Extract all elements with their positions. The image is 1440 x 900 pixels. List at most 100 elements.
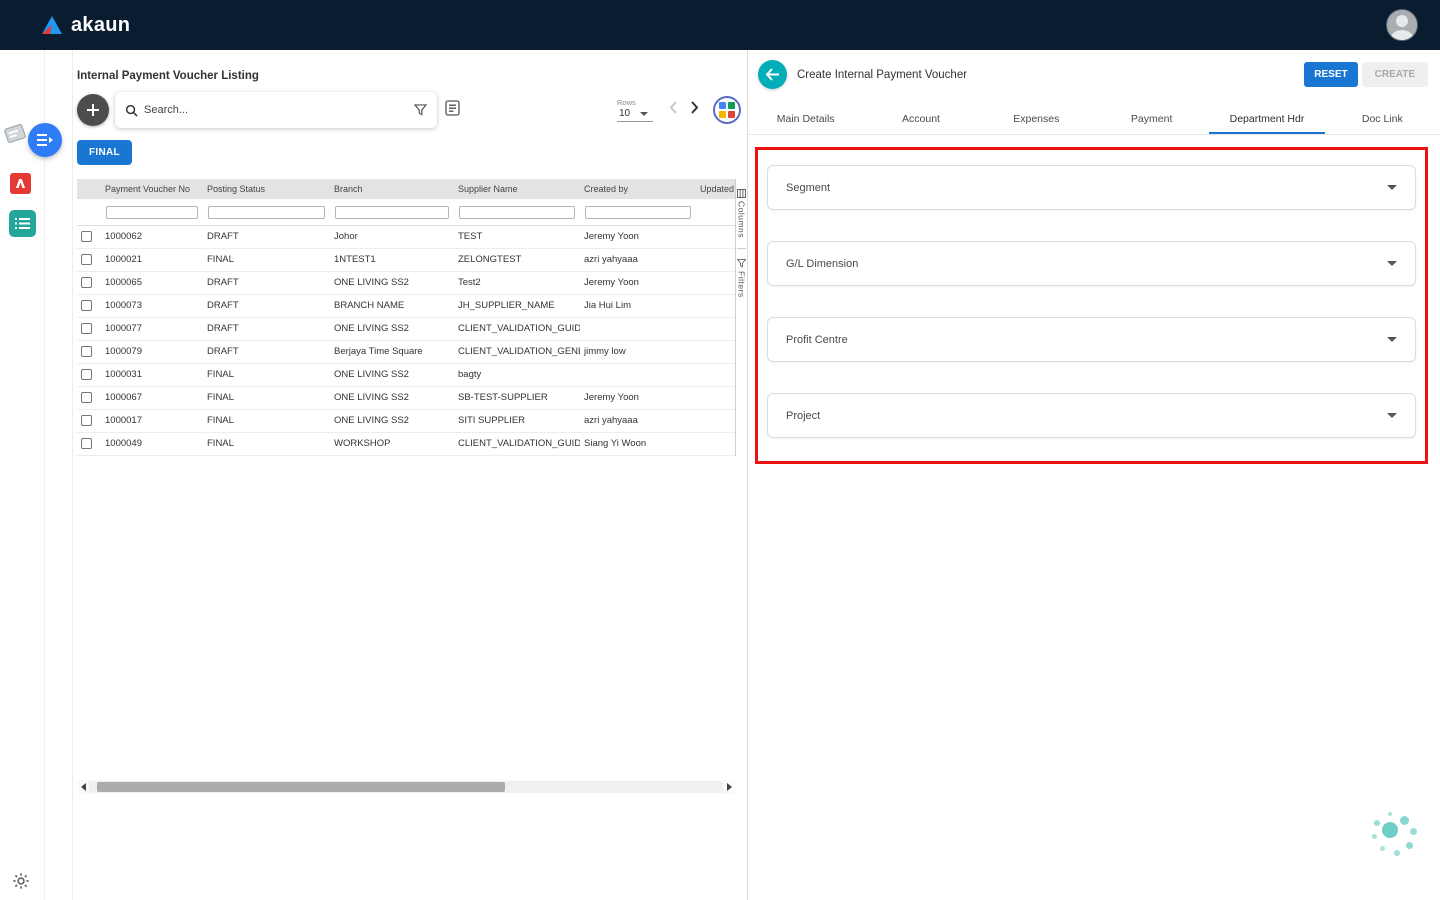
reset-button[interactable]: RESET: [1304, 62, 1357, 87]
row-checkbox[interactable]: [81, 346, 92, 357]
filters-icon: [737, 259, 746, 268]
voucher-table: Payment Voucher NoPosting StatusBranchSu…: [77, 179, 735, 456]
menu-toggle-button[interactable]: [28, 123, 62, 157]
add-button[interactable]: [77, 94, 109, 126]
table-row[interactable]: 1000049 FINAL WORKSHOP CLIENT_VALIDATION…: [77, 432, 735, 455]
cell-created-by: azri yahyaaa: [580, 248, 696, 271]
cell-updated: [696, 340, 735, 363]
column-header-created-by[interactable]: Created by: [580, 179, 696, 199]
filter-funnel-icon[interactable]: [414, 104, 427, 116]
column-filter-input-supplier-name[interactable]: [459, 206, 575, 219]
tab-department-hdr[interactable]: Department Hdr: [1209, 105, 1324, 134]
columns-side-tab-label: Columns: [737, 201, 747, 238]
previous-page-button[interactable]: [669, 100, 678, 120]
row-checkbox[interactable]: [81, 392, 92, 403]
create-button[interactable]: CREATE: [1362, 62, 1428, 87]
row-checkbox[interactable]: [81, 323, 92, 334]
cell-supplier-name: SITI SUPPLIER: [454, 409, 580, 432]
column-header-posting-status[interactable]: Posting Status: [203, 179, 330, 199]
table-row[interactable]: 1000031 FINAL ONE LIVING SS2 bagty: [77, 363, 735, 386]
apps-grid-button[interactable]: [713, 96, 741, 124]
cell-updated: [696, 294, 735, 317]
column-filter-input-branch[interactable]: [335, 206, 449, 219]
table-row[interactable]: 1000065 DRAFT ONE LIVING SS2 Test2 Jerem…: [77, 271, 735, 294]
tab-main-details[interactable]: Main Details: [748, 105, 863, 134]
row-checkbox[interactable]: [81, 277, 92, 288]
sorted-list-icon[interactable]: [445, 100, 460, 121]
table-row[interactable]: 1000067 FINAL ONE LIVING SS2 SB-TEST-SUP…: [77, 386, 735, 409]
scroll-right-button[interactable]: [723, 780, 735, 794]
brand-logo[interactable]: akaun: [40, 14, 130, 37]
table-row[interactable]: 1000062 DRAFT Johor TEST Jeremy Yoon: [77, 225, 735, 248]
row-checkbox[interactable]: [81, 438, 92, 449]
tab-expenses[interactable]: Expenses: [979, 105, 1094, 134]
filters-side-tab[interactable]: Filters: [737, 259, 747, 298]
column-header-branch[interactable]: Branch: [330, 179, 454, 199]
cell-branch: ONE LIVING SS2: [330, 386, 454, 409]
scroll-left-button[interactable]: [77, 780, 89, 794]
table-row[interactable]: 1000077 DRAFT ONE LIVING SS2 CLIENT_VALI…: [77, 317, 735, 340]
create-voucher-panel: Create Internal Payment Voucher RESET CR…: [748, 50, 1440, 900]
row-checkbox[interactable]: [81, 415, 92, 426]
rows-value: 10: [619, 108, 630, 119]
list-icon[interactable]: [9, 210, 36, 237]
column-header-updated[interactable]: Updated: [696, 179, 735, 199]
chevron-down-icon: [640, 112, 648, 116]
column-header-payment-voucher-no[interactable]: Payment Voucher No: [101, 179, 203, 199]
columns-icon: [737, 189, 746, 198]
dropdown-label: Profit Centre: [786, 334, 848, 346]
table-row[interactable]: 1000017 FINAL ONE LIVING SS2 SITI SUPPLI…: [77, 409, 735, 432]
cell-posting-status: DRAFT: [203, 271, 330, 294]
cell-created-by: [580, 363, 696, 386]
user-avatar[interactable]: [1386, 9, 1418, 41]
cell-created-by: jimmy low: [580, 340, 696, 363]
tab-doc-link[interactable]: Doc Link: [1325, 105, 1440, 134]
column-filter-input-created-by[interactable]: [585, 206, 691, 219]
table-row[interactable]: 1000079 DRAFT Berjaya Time Square CLIENT…: [77, 340, 735, 363]
row-checkbox[interactable]: [81, 369, 92, 380]
row-checkbox[interactable]: [81, 231, 92, 242]
dropdown-segment[interactable]: Segment: [767, 165, 1416, 210]
cell-payment-voucher-no: 1000077: [101, 317, 203, 340]
final-filter-button[interactable]: FINAL: [77, 140, 132, 165]
column-header-supplier-name[interactable]: Supplier Name: [454, 179, 580, 199]
cell-supplier-name: CLIENT_VALIDATION_GENERAL: [454, 340, 580, 363]
indent-menu-icon: [37, 133, 53, 147]
scrollbar-track[interactable]: [89, 781, 723, 793]
row-checkbox[interactable]: [81, 254, 92, 265]
cell-supplier-name: TEST: [454, 225, 580, 248]
search-input[interactable]: [144, 104, 414, 116]
back-button[interactable]: [758, 60, 787, 89]
tab-account[interactable]: Account: [863, 105, 978, 134]
search-box: [115, 92, 437, 128]
cell-updated: [696, 317, 735, 340]
cell-supplier-name: ZELONGTEST: [454, 248, 580, 271]
dropdown-g-l-dimension[interactable]: G/L Dimension: [767, 241, 1416, 286]
rows-per-page-select[interactable]: 10: [617, 107, 653, 122]
scrollbar-thumb[interactable]: [97, 782, 505, 792]
columns-side-tab[interactable]: Columns: [737, 189, 747, 238]
cell-posting-status: FINAL: [203, 248, 330, 271]
cell-posting-status: DRAFT: [203, 317, 330, 340]
row-checkbox[interactable]: [81, 300, 92, 311]
column-filter-input-posting-status[interactable]: [208, 206, 325, 219]
next-page-button[interactable]: [690, 100, 699, 120]
column-filter-input-payment-voucher-no[interactable]: [106, 206, 198, 219]
cell-payment-voucher-no: 1000079: [101, 340, 203, 363]
table-row[interactable]: 1000073 DRAFT BRANCH NAME JH_SUPPLIER_NA…: [77, 294, 735, 317]
cell-created-by: [580, 317, 696, 340]
cell-supplier-name: bagty: [454, 363, 580, 386]
settings-icon[interactable]: [12, 872, 30, 895]
form-tabs: Main DetailsAccountExpensesPaymentDepart…: [748, 105, 1440, 135]
dropdown-project[interactable]: Project: [767, 393, 1416, 438]
dropdown-profit-centre[interactable]: Profit Centre: [767, 317, 1416, 362]
table-zone: Payment Voucher NoPosting StatusBranchSu…: [77, 179, 747, 456]
table-row[interactable]: 1000021 FINAL 1NTEST1 ZELONGTEST azri ya…: [77, 248, 735, 271]
cell-payment-voucher-no: 1000062: [101, 225, 203, 248]
pdf-icon[interactable]: [10, 173, 31, 194]
search-icon: [125, 104, 138, 117]
cell-posting-status: FINAL: [203, 409, 330, 432]
tab-payment[interactable]: Payment: [1094, 105, 1209, 134]
rows-per-page: Rows 10: [617, 98, 653, 122]
cell-updated: [696, 432, 735, 455]
